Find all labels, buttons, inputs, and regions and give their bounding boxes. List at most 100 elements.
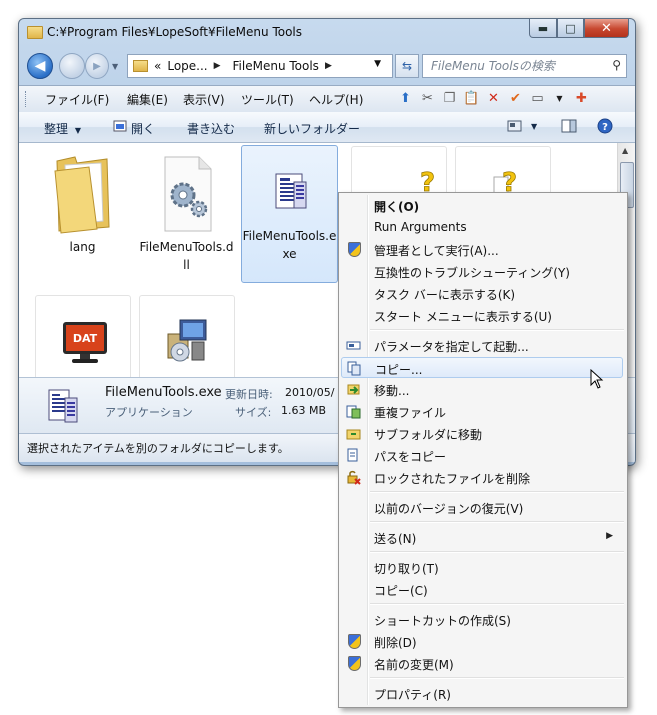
shield-icon: [348, 656, 361, 671]
menu-item-troubleshoot-compat[interactable]: 互換性のトラブルシューティング(Y): [341, 261, 623, 282]
organize-label: 整理: [44, 122, 69, 136]
menu-item-pin-start[interactable]: スタート メニューに表示する(U): [341, 305, 623, 326]
checkmark-icon[interactable]: ✔: [507, 90, 524, 107]
maximize-button[interactable]: □: [557, 19, 584, 38]
open-button[interactable]: 開く: [131, 120, 155, 137]
search-input[interactable]: [429, 57, 603, 75]
breadcrumb-separator-icon[interactable]: ▶: [214, 61, 221, 71]
history-button[interactable]: [59, 53, 85, 79]
dropdown-icon[interactable]: ▼: [551, 90, 568, 107]
file-item-installer[interactable]: [139, 295, 235, 381]
quick-toolbar: ⬆ ✂ ❐ 📋 ✕ ✔ ▭ ▼ ✚: [397, 90, 590, 107]
search-icon[interactable]: ⚲: [612, 58, 621, 72]
breadcrumb-overflow[interactable]: «: [154, 59, 161, 73]
forward-button[interactable]: ▶: [85, 53, 109, 79]
menu-item-cut[interactable]: 切り取り(T): [341, 557, 623, 578]
copy-icon[interactable]: ❐: [441, 90, 458, 107]
open-icon: [113, 120, 127, 132]
menu-item-move-to-subfolder[interactable]: サブフォルダに移動: [341, 423, 623, 444]
menu-item-copy-path[interactable]: パスをコピー: [341, 445, 623, 466]
context-menu: 開く(O) Run Arguments 管理者として実行(A)... 互換性のト…: [338, 192, 628, 708]
installer-icon: [167, 319, 207, 362]
menu-item-delete[interactable]: 削除(D): [341, 631, 623, 652]
properties-icon[interactable]: ▭: [529, 90, 546, 107]
search-box: ⚲: [422, 54, 627, 78]
new-folder-button[interactable]: 新しいフォルダー: [264, 120, 360, 137]
address-bar[interactable]: « Lope... ▶ FileMenu Tools ▶ ▼: [127, 54, 393, 78]
windows-logo-icon[interactable]: ✚: [573, 90, 590, 107]
details-file-name: FileMenuTools.exe: [105, 385, 222, 400]
navigation-bar: ◀ ▶ ▼ « Lope... ▶ FileMenu Tools ▶ ▼ ⇆ ⚲: [19, 49, 635, 83]
menu-item-create-shortcut[interactable]: ショートカットの作成(S): [341, 609, 623, 630]
view-options-icon[interactable]: [507, 119, 523, 133]
menu-item-run-as-admin[interactable]: 管理者として実行(A)...: [341, 239, 623, 260]
title-bar[interactable]: C:¥Program Files¥LopeSoft¥FileMenu Tools…: [19, 19, 635, 47]
burn-button[interactable]: 書き込む: [187, 120, 235, 137]
recent-pages-dropdown[interactable]: ▼: [112, 62, 118, 71]
close-button[interactable]: ✕: [584, 19, 629, 38]
back-button[interactable]: ◀: [27, 53, 53, 79]
paste-icon[interactable]: 📋: [463, 90, 480, 107]
arrow-right-icon: ▶: [93, 60, 101, 72]
minimize-button[interactable]: ▬: [529, 19, 557, 38]
file-item-unknown-1[interactable]: ?: [351, 146, 447, 198]
shield-icon: [348, 242, 361, 257]
menu-view[interactable]: 表示(V): [183, 91, 225, 108]
exe-document-icon: [48, 389, 78, 423]
folder-icon: [53, 156, 110, 234]
menu-item-pin-taskbar[interactable]: タスク バーに表示する(K): [341, 283, 623, 304]
menu-item-duplicate-files[interactable]: 重複ファイル: [341, 401, 623, 422]
menu-edit[interactable]: 編集(E): [127, 91, 168, 108]
menu-item-delete-locked[interactable]: ロックされたファイルを削除: [341, 467, 623, 488]
folder-icon: [27, 26, 43, 39]
dll-gear-icon: [164, 156, 211, 232]
breadcrumb-filemenu-tools[interactable]: FileMenu Tools: [233, 59, 319, 73]
menu-item-rename[interactable]: 名前の変更(M): [341, 653, 623, 674]
help-icon[interactable]: ?: [597, 118, 613, 134]
menu-tools[interactable]: ツール(T): [241, 91, 294, 108]
file-item-dat[interactable]: DAT: [35, 295, 131, 381]
menu-item-properties[interactable]: プロパティ(R): [341, 683, 623, 704]
menu-help[interactable]: ヘルプ(H): [309, 91, 363, 108]
address-dropdown-icon[interactable]: ▼: [374, 59, 381, 69]
menu-item-copy[interactable]: コピー(C): [341, 579, 623, 600]
file-item-exe[interactable]: FileMenuTools.exe: [241, 145, 338, 283]
submenu-arrow-icon: ▶: [606, 531, 613, 541]
dat-monitor-icon: DAT: [63, 322, 107, 363]
menu-item-label: コピー...: [375, 363, 423, 377]
menu-file[interactable]: ファイル(F): [45, 91, 109, 108]
view-dropdown-icon[interactable]: ▼: [531, 122, 537, 131]
menu-item-copy-to[interactable]: コピー...: [341, 357, 623, 378]
menu-item-label: 名前の変更(M): [374, 658, 454, 672]
copy-path-icon: [347, 448, 358, 462]
refresh-icon: ⇆: [401, 59, 413, 73]
menu-item-run-arguments[interactable]: Run Arguments: [341, 217, 623, 238]
file-item-lang[interactable]: lang: [35, 149, 130, 279]
breadcrumb-lopesoft[interactable]: Lope...: [167, 59, 207, 73]
organize-button[interactable]: 整理 ▼: [44, 120, 81, 137]
up-folder-icon[interactable]: ⬆: [397, 90, 414, 107]
breadcrumb-separator-icon[interactable]: ▶: [325, 61, 332, 71]
parameter-icon: [346, 341, 361, 350]
menu-item-label: サブフォルダに移動: [374, 428, 483, 442]
command-bar: 整理 ▼ 開く 書き込む 新しいフォルダー ▼ ?: [19, 112, 635, 143]
file-name: FileMenuTools.exe: [242, 229, 337, 261]
menu-item-move-to[interactable]: 移動...: [341, 379, 623, 400]
menu-item-restore-previous[interactable]: 以前のバージョンの復元(V): [341, 497, 623, 518]
file-name: lang: [69, 240, 96, 254]
scroll-up-icon[interactable]: ▲: [622, 146, 628, 155]
cut-icon[interactable]: ✂: [419, 90, 436, 107]
delete-icon[interactable]: ✕: [485, 90, 502, 107]
menu-item-label: スタート メニューに表示する(U): [374, 310, 552, 324]
menu-item-open[interactable]: 開く(O): [341, 195, 623, 216]
file-item-unknown-2[interactable]: ?: [455, 146, 551, 198]
menu-item-label: 移動...: [374, 384, 410, 398]
menu-item-label: 切り取り(T): [374, 562, 439, 576]
file-item-dll[interactable]: FileMenuTools.dll: [139, 149, 234, 279]
refresh-button[interactable]: ⇆: [395, 54, 419, 78]
menu-item-run-with-params[interactable]: パラメータを指定して起動...: [341, 335, 623, 356]
menu-item-send-to[interactable]: 送る(N) ▶: [341, 527, 623, 548]
toolbar-grip[interactable]: [25, 91, 29, 107]
preview-pane-icon[interactable]: [561, 119, 577, 133]
move-icon: [347, 384, 360, 395]
